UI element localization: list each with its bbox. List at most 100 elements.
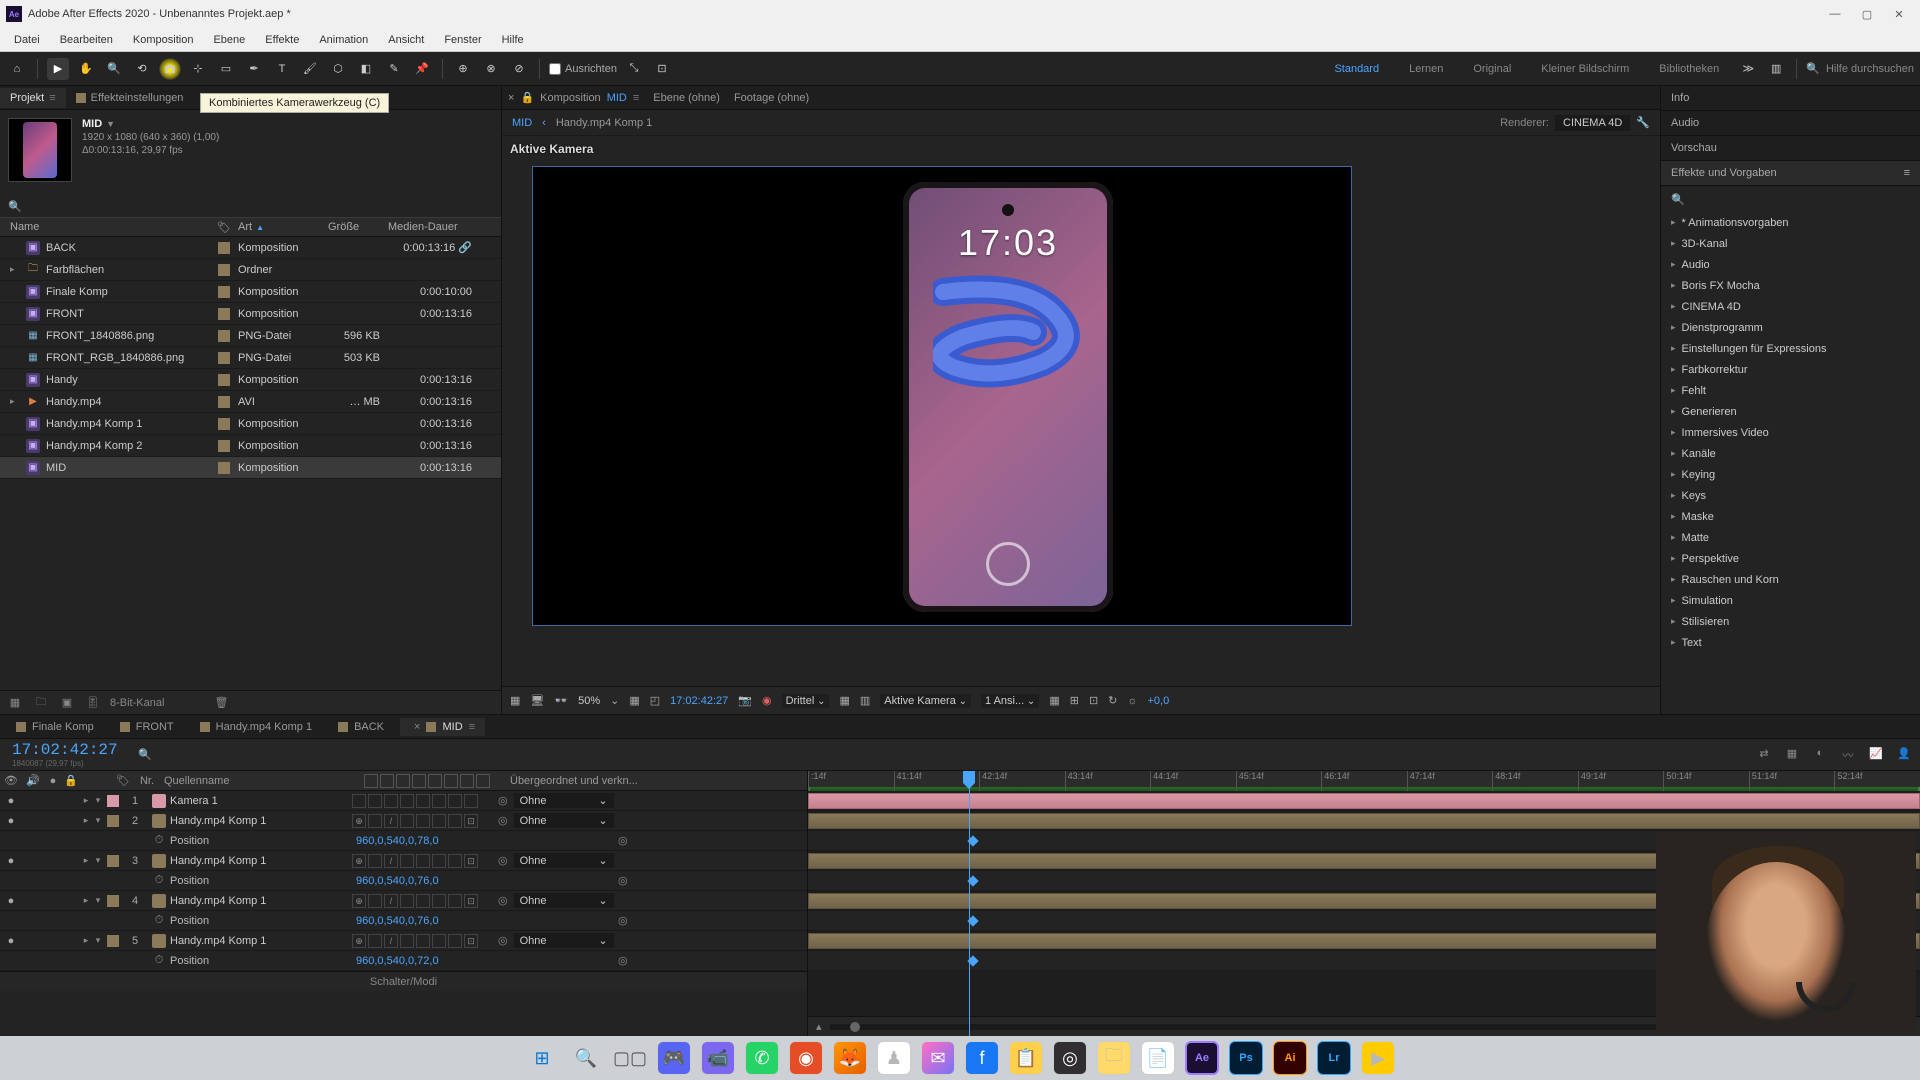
timeline-layer-row[interactable]: ● ▸ ▾ 4 Handy.mp4 Komp 1 ⊕ / ⊡ ◎ Ohne⌄ <box>0 891 807 911</box>
twirl-icon[interactable]: ▸ <box>80 855 92 866</box>
stopwatch-icon[interactable]: ⏱ <box>152 874 166 887</box>
pickwhip-icon[interactable]: ◎ <box>618 915 628 927</box>
twirl-icon[interactable]: ▾ <box>92 815 104 826</box>
twirl-icon[interactable]: ▾ <box>92 895 104 906</box>
snap-options-tool[interactable]: ⤡ <box>623 58 645 80</box>
workspace-lernen[interactable]: Lernen <box>1397 63 1455 75</box>
taskbar-app-1[interactable]: 🎮 <box>657 1041 691 1075</box>
pen-tool[interactable]: ✒ <box>243 58 265 80</box>
view-axis-tool[interactable]: ⊘ <box>508 58 530 80</box>
effects-category[interactable]: ▸Boris FX Mocha <box>1661 275 1920 296</box>
taskbar-obs[interactable]: ◎ <box>1053 1041 1087 1075</box>
task-view-button[interactable]: ▢▢ <box>613 1041 647 1075</box>
parent-dropdown[interactable]: Ohne⌄ <box>514 933 614 948</box>
taskbar-app-2[interactable]: 📹 <box>701 1041 735 1075</box>
world-axis-tool[interactable]: ⊗ <box>480 58 502 80</box>
taskbar-photoshop[interactable]: Ps <box>1229 1041 1263 1075</box>
workspace-standard[interactable]: Standard <box>1322 63 1391 75</box>
selection-tool[interactable]: ▶ <box>47 58 69 80</box>
timeline-property-row[interactable]: ⏱ Position 960,0,540,0,76,0 ◎ <box>0 911 807 931</box>
hand-tool[interactable]: ✋ <box>75 58 97 80</box>
brush-tool[interactable]: 🖌 <box>299 58 321 80</box>
property-value[interactable]: 960,0,540,0,76,0 <box>352 875 608 887</box>
project-row[interactable]: ▸🗀Farbflächen Ordner <box>0 259 501 281</box>
graph-editor-icon[interactable]: 📈 <box>1866 747 1886 763</box>
parent-dropdown[interactable]: Ohne⌄ <box>514 893 614 908</box>
snap-checkbox[interactable] <box>549 63 561 75</box>
pickwhip-icon[interactable]: ◎ <box>498 814 508 827</box>
stopwatch-icon[interactable]: ⏱ <box>152 834 166 847</box>
taskbar-firefox[interactable]: 🦊 <box>833 1041 867 1075</box>
timeline-search-icon[interactable]: 🔍 <box>130 748 160 761</box>
shape-tool[interactable]: ▭ <box>215 58 237 80</box>
viewer-tab-layer[interactable]: Ebene (ohne) <box>653 92 720 104</box>
effects-category[interactable]: ▸CINEMA 4D <box>1661 296 1920 317</box>
menu-ansicht[interactable]: Ansicht <box>378 30 434 50</box>
effects-category[interactable]: ▸Text <box>1661 632 1920 653</box>
3d-ground-icon[interactable]: ⊡ <box>1089 694 1098 707</box>
menu-fenster[interactable]: Fenster <box>434 30 491 50</box>
col-tag[interactable]: 🏷 <box>210 221 238 234</box>
tab-effect-controls[interactable]: Effekteinstellungen <box>66 88 194 108</box>
timeline-icon[interactable]: ▥ <box>860 694 870 707</box>
menu-animation[interactable]: Animation <box>309 30 378 50</box>
timeline-tab[interactable]: Finale Komp <box>6 718 104 736</box>
taskbar-after-effects[interactable]: Ae <box>1185 1041 1219 1075</box>
timeline-timecode[interactable]: 17:02:42:27 <box>0 741 130 759</box>
breadcrumb-item[interactable]: Handy.mp4 Komp 1 <box>556 117 652 129</box>
pixel-aspect-icon[interactable]: ▦ <box>1049 694 1059 707</box>
adjust-icon[interactable]: 🎚 <box>84 696 102 709</box>
num-views-dropdown[interactable]: 1 Ansi... ⌄ <box>981 694 1039 708</box>
twirl-icon[interactable]: ▸ <box>80 795 92 806</box>
clone-tool[interactable]: ⬡ <box>327 58 349 80</box>
effects-category[interactable]: ▸Perspektive <box>1661 548 1920 569</box>
workspace-overflow[interactable]: ≫ <box>1737 58 1759 80</box>
wrench-icon[interactable]: 🔧 <box>1636 116 1650 129</box>
project-row[interactable]: ▣MID Komposition 0:00:13:16 <box>0 457 501 479</box>
visibility-toggle[interactable]: ● <box>0 815 22 827</box>
effects-category[interactable]: ▸Dienstprogramm <box>1661 317 1920 338</box>
twirl-icon[interactable]: ▾ <box>92 855 104 866</box>
timeline-tab[interactable]: ×MID≡ <box>400 718 485 736</box>
effects-category[interactable]: ▸Simulation <box>1661 590 1920 611</box>
zoom-dropdown-icon[interactable]: ⌄ <box>610 694 619 707</box>
tab-project[interactable]: Projekt ≡ <box>0 88 66 108</box>
menu-effekte[interactable]: Effekte <box>255 30 309 50</box>
toggle-alpha-icon[interactable]: ▦ <box>510 694 520 707</box>
parent-dropdown[interactable]: Ohne⌄ <box>514 793 614 808</box>
twirl-icon[interactable]: ▸ <box>80 935 92 946</box>
renderer-value[interactable]: CINEMA 4D <box>1555 115 1630 131</box>
taskbar-whatsapp[interactable]: ✆ <box>745 1041 779 1075</box>
effects-search[interactable]: 🔍 <box>1661 186 1920 212</box>
workspace-kleiner[interactable]: Kleiner Bildschirm <box>1529 63 1641 75</box>
panel-audio[interactable]: Audio <box>1661 111 1920 136</box>
menu-ebene[interactable]: Ebene <box>203 30 255 50</box>
pickwhip-icon[interactable]: ◎ <box>498 934 508 947</box>
close-button[interactable]: ✕ <box>1892 7 1906 21</box>
color-management-icon[interactable]: ◉ <box>762 694 772 707</box>
zoom-level[interactable]: 50% <box>578 695 600 707</box>
panel-menu-icon[interactable]: ≡ <box>49 92 55 104</box>
effects-category[interactable]: ▸Stilisieren <box>1661 611 1920 632</box>
property-value[interactable]: 960,0,540,0,78,0 <box>352 835 608 847</box>
new-comp-icon[interactable]: ▣ <box>58 696 76 709</box>
lock-icon[interactable]: 🔒 <box>520 91 534 104</box>
menu-hilfe[interactable]: Hilfe <box>492 30 534 50</box>
trash-icon[interactable]: 🗑 <box>212 696 230 709</box>
effects-category[interactable]: ▸Maske <box>1661 506 1920 527</box>
taskbar-search[interactable]: 🔍 <box>569 1041 603 1075</box>
effects-category[interactable]: ▸Generieren <box>1661 401 1920 422</box>
timeline-property-row[interactable]: ⏱ Position 960,0,540,0,72,0 ◎ <box>0 951 807 971</box>
twirl-icon[interactable]: ▾ <box>92 935 104 946</box>
col-name[interactable]: Name <box>0 221 210 233</box>
parent-dropdown[interactable]: Ohne⌄ <box>514 813 614 828</box>
workspace-reset[interactable]: ▥ <box>1765 58 1787 80</box>
taskbar-lightroom[interactable]: Lr <box>1317 1041 1351 1075</box>
timeline-tab[interactable]: Handy.mp4 Komp 1 <box>190 718 322 736</box>
resolution-icon[interactable]: ▦ <box>629 694 639 707</box>
timeline-layer-row[interactable]: ● ▸ ▾ 3 Handy.mp4 Komp 1 ⊕ / ⊡ ◎ Ohne⌄ <box>0 851 807 871</box>
taskbar-app-17[interactable]: ▶ <box>1361 1041 1395 1075</box>
effects-category[interactable]: ▸Farbkorrektur <box>1661 359 1920 380</box>
taskbar-app-6[interactable]: ♟ <box>877 1041 911 1075</box>
pickwhip-icon[interactable]: ◎ <box>618 875 628 887</box>
